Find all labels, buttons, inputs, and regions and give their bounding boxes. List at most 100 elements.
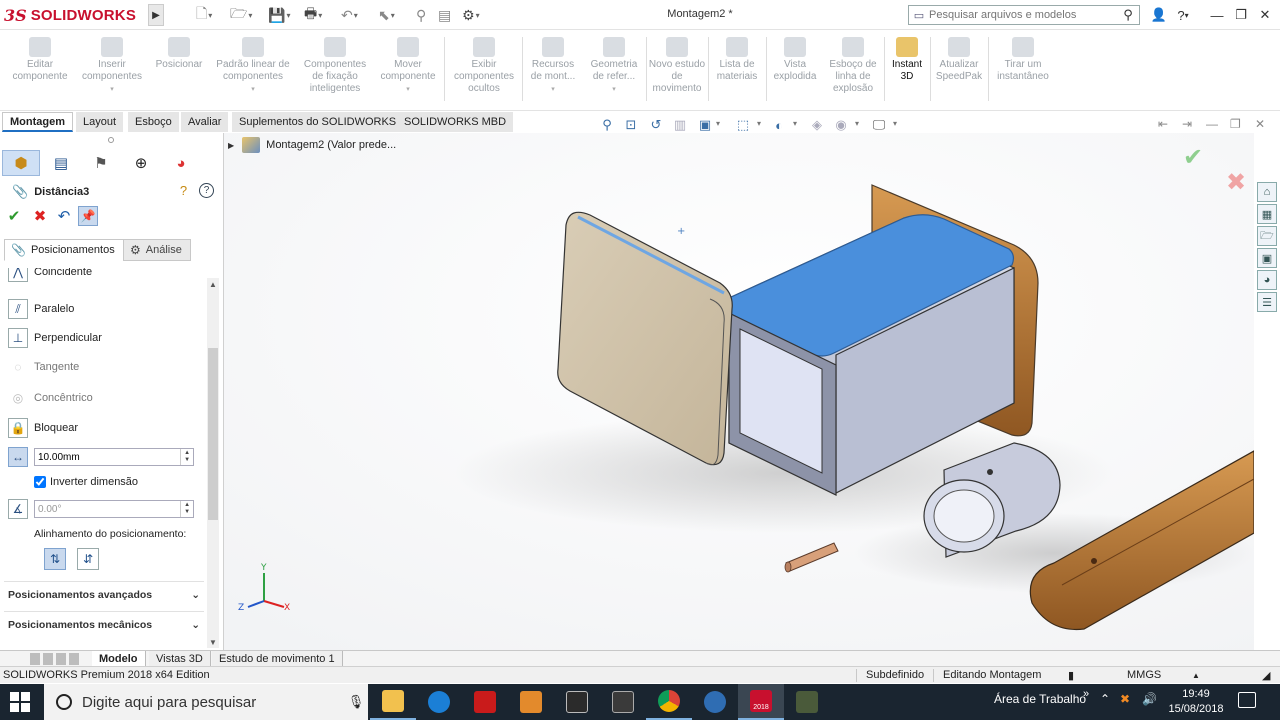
open-folder-icon[interactable]: 🗁 ▾ xyxy=(230,5,252,24)
inventor-taskbar-icon[interactable] xyxy=(508,684,554,720)
viewport-minimize-icon[interactable]: — xyxy=(1206,117,1218,131)
anti-aligned-icon[interactable]: ⇵ xyxy=(77,548,99,570)
chrome-taskbar-icon[interactable] xyxy=(646,684,692,720)
confirm-cancel-icon[interactable]: ✖ xyxy=(1226,168,1246,197)
units-dropdown-icon[interactable]: ▲ xyxy=(1192,671,1200,680)
angle-value-field[interactable] xyxy=(35,501,181,517)
dynamic-annotation-icon[interactable]: ▣ xyxy=(696,116,714,134)
autocad-mechanical-taskbar-icon[interactable] xyxy=(600,684,646,720)
dropdown-arrow-icon[interactable]: ▾ xyxy=(855,119,859,128)
panel-scrollbar[interactable]: ▲ ▼ xyxy=(207,278,219,648)
appearances-icon[interactable]: ◕ xyxy=(1257,270,1277,290)
edge-browser-taskbar-icon[interactable] xyxy=(416,684,462,720)
viewport-restore-left-icon[interactable]: ⇤ xyxy=(1158,117,1168,131)
tab-solidworks-mbd[interactable]: SOLIDWORKS MBD xyxy=(397,112,515,132)
zoom-to-area-icon[interactable]: ⊡ xyxy=(622,116,640,134)
mate-button[interactable]: Posicionar xyxy=(150,37,208,71)
tab-evaluate[interactable]: Avaliar xyxy=(181,112,230,132)
toolbar-overflow-icon[interactable]: » xyxy=(1083,688,1089,700)
aligned-icon[interactable]: ⇅ xyxy=(44,548,66,570)
previous-view-icon[interactable]: ↺ xyxy=(647,116,665,134)
dropdown-arrow-icon[interactable]: ▾ xyxy=(406,84,410,96)
ok-check-icon[interactable]: ✔ xyxy=(4,206,24,226)
new-document-icon[interactable]: 🗋 ▾ xyxy=(196,5,212,24)
distance-input[interactable]: ▲▼ xyxy=(34,448,194,466)
mate-coincident[interactable]: ⋀ Coincidente xyxy=(8,268,92,282)
resize-grip-icon[interactable]: ◢ xyxy=(1262,669,1270,682)
file-explorer-taskbar-icon[interactable] xyxy=(370,684,416,720)
dropdown-arrow-icon[interactable]: ▾ xyxy=(716,119,720,128)
explode-line-sketch-button[interactable]: Esboço de linha de explosão xyxy=(824,37,882,95)
insert-components-button[interactable]: Inserir componentes ▾ xyxy=(76,37,148,96)
action-center-icon[interactable] xyxy=(1238,692,1256,708)
scrollbar-thumb[interactable] xyxy=(208,348,218,520)
show-hidden-components-button[interactable]: Exibir componentes ocultos xyxy=(448,37,520,95)
mate-angle[interactable]: ∡ xyxy=(8,498,34,520)
display-style-icon[interactable]: ◐ xyxy=(770,116,788,134)
desktop-toolbar-label[interactable]: Área de Trabalho xyxy=(994,692,1086,706)
undo-icon[interactable]: ↶ xyxy=(54,206,74,226)
file-explorer-icon[interactable]: 🗁 xyxy=(1257,226,1277,246)
last-tab-icon[interactable] xyxy=(69,653,79,665)
select-cursor-icon[interactable]: ⬉ ▾ xyxy=(378,6,395,24)
viewport-close-icon[interactable]: ✕ xyxy=(1255,117,1265,131)
dropdown-arrow-icon[interactable]: ▾ xyxy=(757,119,761,128)
graphics-area[interactable]: + Y X Z xyxy=(224,133,1254,650)
dropdown-arrow-icon[interactable]: ▾ xyxy=(893,119,897,128)
mechanical-mates-section[interactable]: Posicionamentos mecânicos ⌄ xyxy=(4,611,204,637)
tab-sketch[interactable]: Esboço xyxy=(128,112,180,132)
property-manager-tab-icon[interactable]: ▤ xyxy=(42,150,80,176)
print-icon[interactable]: 🖶 ▾ xyxy=(304,5,322,24)
distance-value-field[interactable] xyxy=(35,449,181,465)
design-library-icon[interactable]: ▦ xyxy=(1257,204,1277,224)
first-tab-icon[interactable] xyxy=(30,653,40,665)
dimxpert-manager-tab-icon[interactable]: ⊕ xyxy=(122,150,160,176)
windows-start-icon[interactable] xyxy=(10,692,30,712)
volume-icon[interactable]: 🔊 xyxy=(1142,692,1157,706)
take-snapshot-button[interactable]: Tirar um instantâneo xyxy=(990,37,1056,83)
update-speedpak-button[interactable]: Atualizar SpeedPak xyxy=(932,37,986,83)
exploded-view-button[interactable]: Vista explodida xyxy=(768,37,822,83)
search-input[interactable] xyxy=(929,9,1117,21)
tab-layout[interactable]: Layout xyxy=(76,112,125,132)
bushing-bore[interactable] xyxy=(933,489,995,543)
dropdown-arrow-icon[interactable]: ▾ xyxy=(251,84,255,96)
rebuild-indicator-icon[interactable]: ▮ xyxy=(1068,669,1074,682)
viewport-restore-right-icon[interactable]: ⇥ xyxy=(1182,117,1192,131)
spinner-arrows-icon[interactable]: ▲ ▼ xyxy=(180,501,193,517)
bill-of-materials-button[interactable]: Lista de materiais xyxy=(710,37,764,83)
pushpin-icon[interactable]: 📌 xyxy=(78,206,98,226)
rebuild-icon[interactable]: ⚲ xyxy=(416,6,426,24)
configuration-manager-tab-icon[interactable]: ⚑ xyxy=(82,150,120,176)
scroll-down-icon[interactable]: ▼ xyxy=(207,636,219,648)
network-warning-icon[interactable]: ✖ xyxy=(1120,692,1130,706)
microphone-icon[interactable]: 🎙 xyxy=(344,694,368,710)
dropdown-arrow-icon[interactable]: ▾ xyxy=(110,84,114,96)
network-tool-taskbar-icon[interactable] xyxy=(692,684,738,720)
mate-lock[interactable]: 🔒 Bloquear xyxy=(8,417,78,439)
tab-analysis[interactable]: ⚙ Análise xyxy=(123,239,191,261)
reference-geometry-button[interactable]: Geometria de refer... ▾ xyxy=(584,37,644,96)
view-orientation-icon[interactable]: ⬚ xyxy=(734,116,752,134)
assembly-3d-view[interactable]: + Y X Z xyxy=(224,133,1254,650)
options-gear-icon[interactable]: ⚙ ▾ xyxy=(462,6,480,24)
advanced-mates-section[interactable]: Posicionamentos avançados ⌄ xyxy=(4,581,204,607)
scroll-up-icon[interactable]: ▲ xyxy=(207,278,219,290)
smart-fasteners-button[interactable]: Componentes de fixação inteligentes xyxy=(298,37,372,95)
confirm-ok-icon[interactable]: ✔ xyxy=(1183,143,1203,172)
edit-appearance-icon[interactable]: ◉ xyxy=(832,116,850,134)
flip-dimension-checkbox[interactable] xyxy=(34,476,46,488)
instant-3d-button[interactable]: Instant 3D xyxy=(886,37,928,83)
help-icon[interactable]: ? xyxy=(199,183,214,198)
spinner-arrows-icon[interactable]: ▲ ▼ xyxy=(180,449,193,465)
user-icon[interactable]: 👤 xyxy=(1148,5,1170,25)
mate-concentric[interactable]: ◎ Concêntrico xyxy=(8,387,93,409)
expand-arrow-icon[interactable]: ▶ xyxy=(228,141,234,150)
tab-model[interactable]: Modelo xyxy=(92,651,146,667)
move-component-button[interactable]: Mover componente ▾ xyxy=(374,37,442,96)
tab-solidworks-addins[interactable]: Suplementos do SOLIDWORKS xyxy=(232,112,405,132)
panel-splitter-handle[interactable] xyxy=(108,137,114,143)
close-icon[interactable]: ✕ xyxy=(1254,5,1276,25)
file-properties-icon[interactable]: ▤ xyxy=(438,6,451,24)
help-icon[interactable]: ? ▾ xyxy=(1172,5,1194,25)
